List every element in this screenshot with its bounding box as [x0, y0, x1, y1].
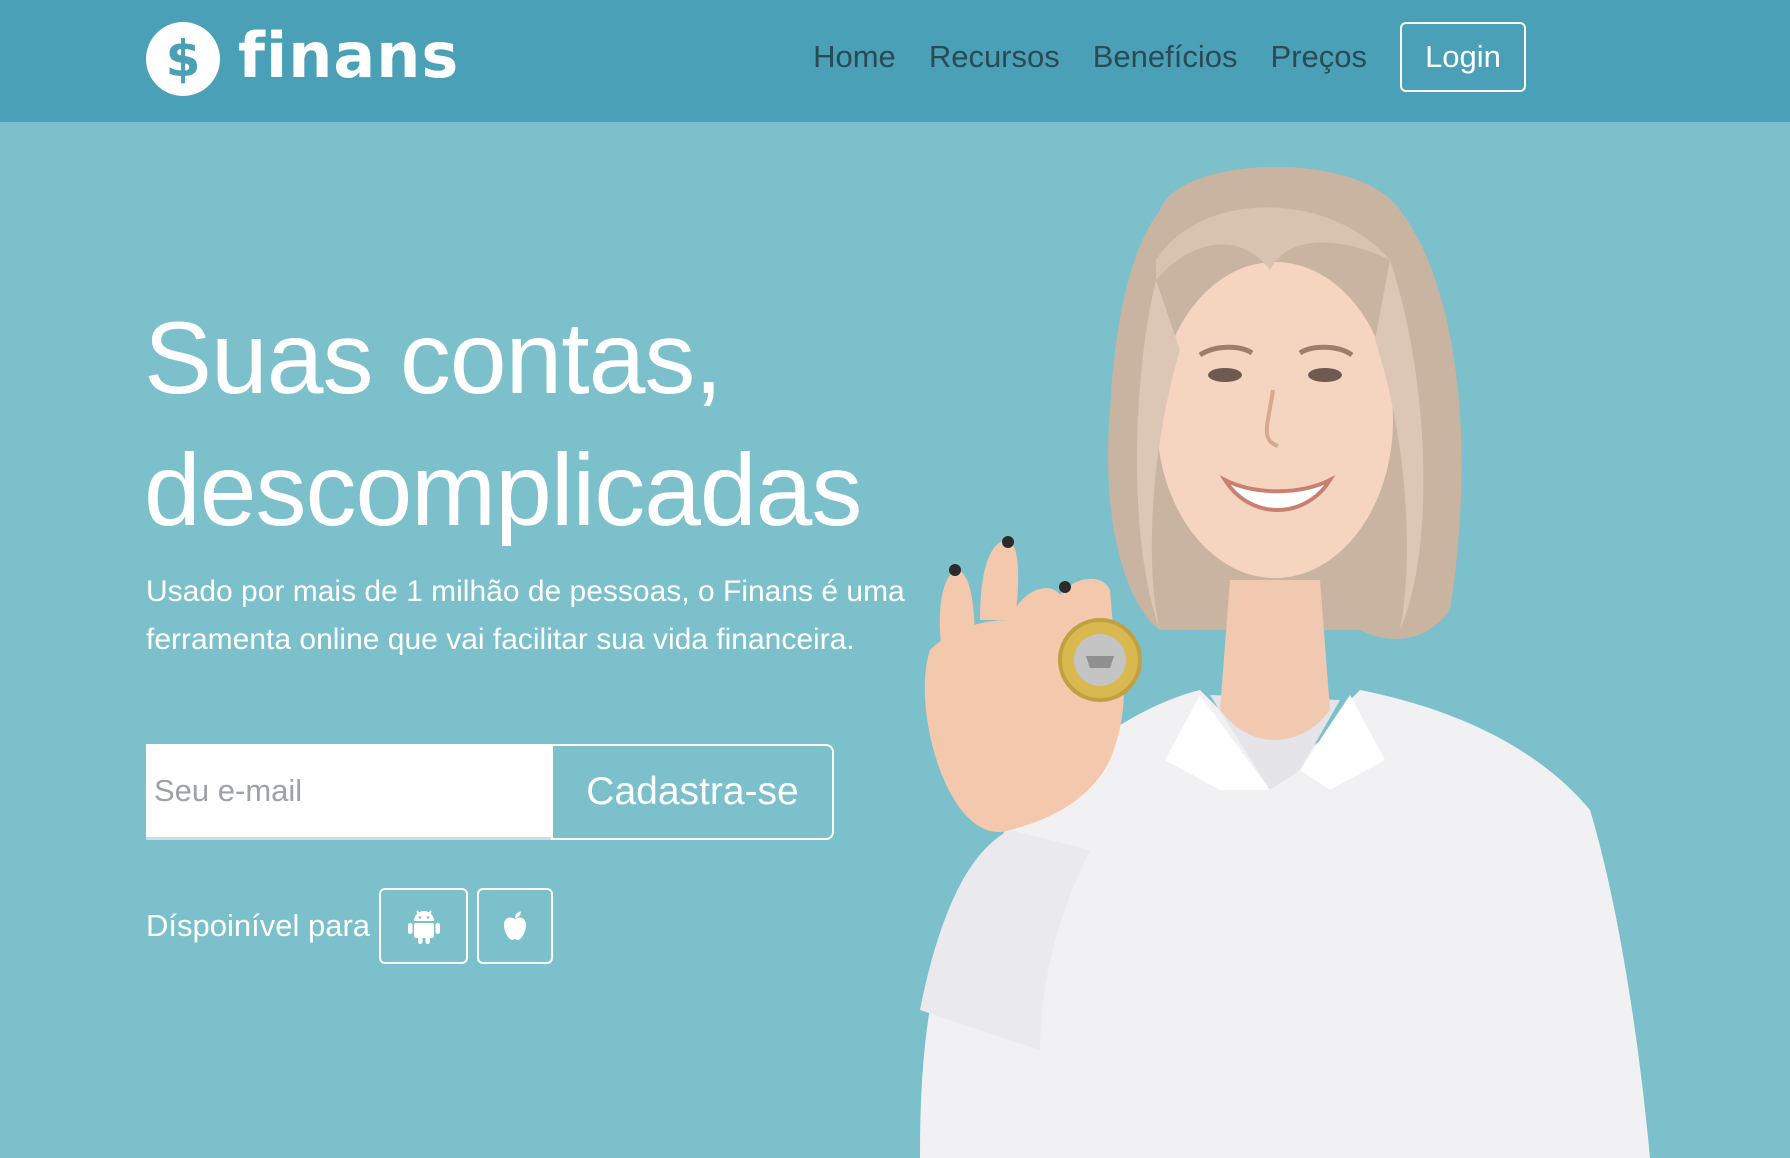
logo-symbol: $: [165, 30, 201, 88]
android-icon: [407, 910, 440, 944]
available-label: Díspoinível para: [146, 908, 371, 943]
email-input[interactable]: [146, 744, 551, 840]
nav-link-home[interactable]: Home: [813, 39, 896, 75]
dollar-circle-icon: $: [146, 22, 220, 96]
nav-link-recursos[interactable]: Recursos: [929, 39, 1060, 75]
nav-link-precos[interactable]: Preços: [1271, 39, 1367, 75]
apple-download-button[interactable]: [477, 888, 554, 964]
available-platforms: Díspoinível para: [146, 888, 562, 964]
android-download-button[interactable]: [379, 888, 469, 964]
hero-headline: Suas contas, descomplicadas: [144, 292, 862, 556]
main-nav: Home Recursos Benefícios Preços Login: [813, 20, 1526, 94]
hero-woman-holding-coin-image: [920, 166, 1650, 1158]
login-button[interactable]: Login: [1400, 22, 1526, 92]
hero-headline-line2: descomplicadas: [144, 433, 862, 547]
top-navbar: $ finans Home Recursos Benefícios Preços…: [0, 0, 1790, 122]
nav-link-beneficios[interactable]: Benefícios: [1093, 39, 1238, 75]
brand-name: finans: [238, 19, 460, 92]
signup-form: Cadastra-se: [146, 744, 834, 840]
apple-icon: [504, 911, 527, 940]
hero-description: Usado por mais de 1 milhão de pessoas, o…: [146, 575, 905, 656]
hero-headline-line1: Suas contas,: [144, 301, 723, 415]
signup-button[interactable]: Cadastra-se: [551, 744, 834, 840]
brand-logo[interactable]: $ finans: [146, 22, 459, 96]
